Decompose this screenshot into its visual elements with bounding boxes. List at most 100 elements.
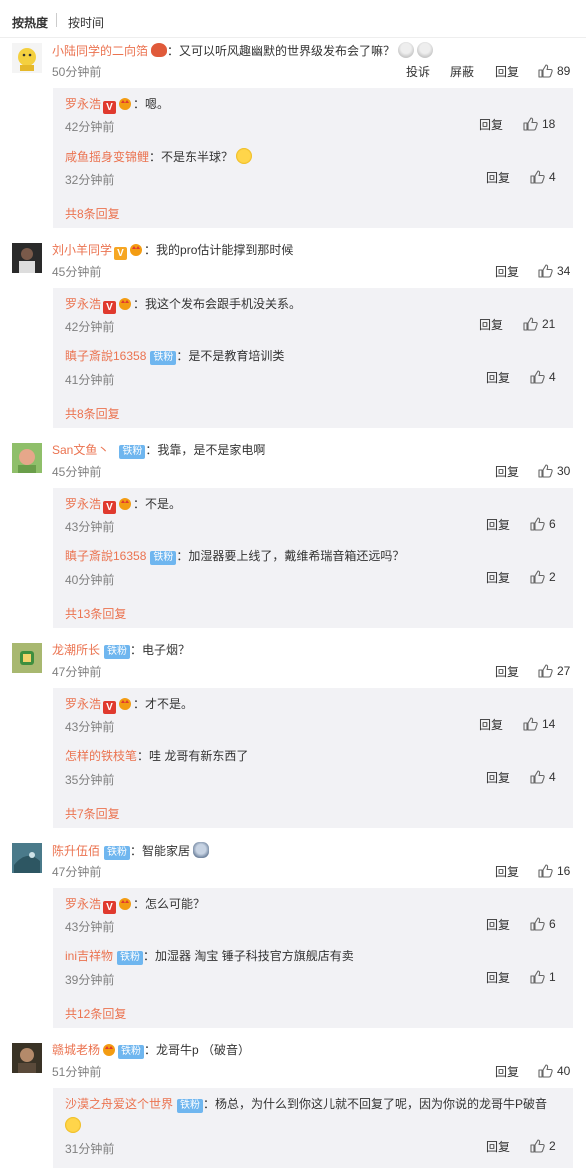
reply-text: 杨总，为什么到你这儿就不回复了呢，因为你说的龙哥牛P破音 <box>215 1097 548 1111</box>
like-button[interactable]: 21 <box>523 317 555 331</box>
like-count: 6 <box>549 517 556 531</box>
thumb-up-icon <box>530 970 545 984</box>
thumb-up-icon <box>530 917 545 931</box>
reply-button[interactable]: 回复 <box>486 1140 510 1154</box>
thumb-up-icon <box>523 117 538 131</box>
sort-by-hot-tab[interactable]: 按热度 <box>12 14 48 31</box>
username-link[interactable]: 沙漠之舟爱这个世界 <box>65 1097 173 1111</box>
reply-button[interactable]: 回复 <box>479 318 503 332</box>
like-button[interactable]: 4 <box>530 170 556 184</box>
view-more-replies-link[interactable]: 共13条回复 <box>65 605 126 622</box>
avatar[interactable] <box>12 1043 42 1073</box>
reply-button[interactable]: 回复 <box>495 465 519 479</box>
avatar[interactable] <box>12 243 42 273</box>
username-link[interactable]: 罗永浩 <box>65 297 101 311</box>
reply-button[interactable]: 回复 <box>495 265 519 279</box>
like-button[interactable]: 18 <box>523 117 555 131</box>
colon: ： <box>149 150 162 164</box>
like-button[interactable]: 16 <box>538 864 570 878</box>
username-link[interactable]: 罗永浩 <box>65 897 101 911</box>
thumb-up-icon <box>538 264 553 278</box>
reply-button[interactable]: 回复 <box>486 171 510 185</box>
report-button[interactable]: 投诉 <box>406 65 430 79</box>
fan-badge: 铁粉 <box>118 1045 145 1059</box>
like-button[interactable]: 14 <box>523 717 555 731</box>
verified-v-icon: V <box>103 101 117 114</box>
like-button[interactable]: 6 <box>530 917 556 931</box>
view-more-replies-link[interactable]: 共8条回复 <box>65 205 120 222</box>
reply-time: 31分钟前 <box>65 1142 115 1156</box>
fan-badge: 铁粉 <box>150 551 177 565</box>
username-link[interactable]: 罗永浩 <box>65 497 101 511</box>
username-link[interactable]: ini吉祥物 <box>65 949 113 963</box>
reply-button[interactable]: 回复 <box>486 518 510 532</box>
comment-item: 赣城老杨 铁粉 ：龙哥牛p （破音） 51分钟前 回复 40 沙漠之舟爱这个世界 铁粉… <box>0 1038 586 1168</box>
username-link[interactable]: 陈升伍佰 <box>52 844 100 858</box>
like-button[interactable]: 2 <box>530 570 556 584</box>
like-button[interactable]: 2 <box>530 1139 556 1153</box>
username-link[interactable]: 瞋子斎說16358 <box>65 549 146 563</box>
reply-text: 加湿器要上线了，戴维希瑞音箱还远吗？ <box>188 549 405 563</box>
avatar[interactable] <box>12 643 42 673</box>
colon: ： <box>133 97 146 111</box>
username-link[interactable]: San文鱼丶 <box>52 443 109 457</box>
colon: ： <box>130 643 143 657</box>
reply-button[interactable]: 回复 <box>486 771 510 785</box>
like-button[interactable]: 1 <box>530 970 556 984</box>
view-more-replies-link[interactable]: 共8条回复 <box>65 405 120 422</box>
reply-text: 不是。 <box>145 497 182 511</box>
view-more-replies-link[interactable]: 共12条回复 <box>65 1005 126 1022</box>
comment-time: 47分钟前 <box>52 865 102 879</box>
comment-time: 50分钟前 <box>52 65 102 79</box>
reply-text: 加湿器 淘宝 锤子科技官方旗舰店有卖 <box>155 949 354 963</box>
reply-button[interactable]: 回复 <box>495 65 519 79</box>
like-button[interactable]: 30 <box>538 464 570 478</box>
username-link[interactable]: 怎样的铁枝笔 <box>65 749 137 763</box>
block-button[interactable]: 屏蔽 <box>450 65 474 79</box>
fan-badge: 铁粉 <box>119 445 146 459</box>
sort-by-time-tab[interactable]: 按时间 <box>68 14 104 31</box>
reply-button[interactable]: 回复 <box>486 571 510 585</box>
reply-button[interactable]: 回复 <box>486 971 510 985</box>
username-link[interactable]: 咸鱼摇身变锦鲤 <box>65 150 149 164</box>
username-link[interactable]: 赣城老杨 <box>52 1043 100 1057</box>
like-count: 1 <box>549 970 556 984</box>
thumb-up-icon <box>530 517 545 531</box>
reply-button[interactable]: 回复 <box>486 371 510 385</box>
reply-text: 怎么可能？ <box>145 897 206 911</box>
avatar[interactable] <box>12 443 42 473</box>
like-button[interactable]: 34 <box>538 264 570 278</box>
reply-button[interactable]: 回复 <box>479 118 503 132</box>
reply-button[interactable]: 回复 <box>495 1065 519 1079</box>
like-button[interactable]: 6 <box>530 517 556 531</box>
reply-button[interactable]: 回复 <box>495 665 519 679</box>
like-button[interactable]: 40 <box>538 1064 570 1078</box>
username-link[interactable]: 罗永浩 <box>65 697 101 711</box>
like-button[interactable]: 27 <box>538 664 570 678</box>
like-button[interactable]: 89 <box>538 64 570 78</box>
colon: ： <box>137 749 150 763</box>
crab-badge-icon <box>151 43 168 57</box>
username-link[interactable]: 龙潮所长 <box>52 643 100 657</box>
reply-button[interactable]: 回复 <box>479 718 503 732</box>
verified-v-icon: V <box>103 701 117 714</box>
reply-text: 我这个发布会跟手机没关系。 <box>145 297 302 311</box>
view-more-replies-link[interactable]: 共7条回复 <box>65 805 120 822</box>
like-button[interactable]: 4 <box>530 770 556 784</box>
like-count: 14 <box>542 717 556 731</box>
comment-item: 陈升伍佰 铁粉 ：智能家居 47分钟前 回复 16 罗永浩 V ：怎么可能？ 43分钟前… <box>0 838 586 1038</box>
like-button[interactable]: 4 <box>530 370 556 384</box>
username-link[interactable]: 瞋子斎說16358 <box>65 349 146 363</box>
username-link[interactable]: 罗永浩 <box>65 97 101 111</box>
username-link[interactable]: 小陆同学的二向箔 <box>52 44 148 58</box>
reply-button[interactable]: 回复 <box>486 918 510 932</box>
reply-time: 32分钟前 <box>65 173 115 187</box>
shush-emoji-icon <box>236 148 253 164</box>
username-link[interactable]: 刘小羊同学 <box>52 243 112 257</box>
avatar[interactable] <box>12 843 42 873</box>
avatar[interactable] <box>12 43 42 73</box>
reply-time: 39分钟前 <box>65 973 115 987</box>
reply-button[interactable]: 回复 <box>495 865 519 879</box>
reply-text: 不是东半球？ <box>161 150 234 164</box>
verified-v-icon: V <box>103 301 117 314</box>
